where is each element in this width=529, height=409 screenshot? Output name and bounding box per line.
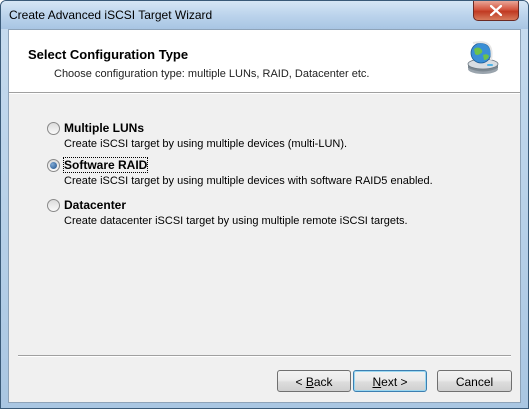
next-button[interactable]: Next > xyxy=(353,370,427,392)
option-label[interactable]: Software RAID xyxy=(62,157,149,173)
radio-multiple-luns[interactable] xyxy=(47,122,60,135)
close-icon xyxy=(490,5,502,16)
network-drive-icon xyxy=(467,41,499,74)
title-bar[interactable]: Create Advanced iSCSI Target Wizard xyxy=(1,1,528,29)
window-title: Create Advanced iSCSI Target Wizard xyxy=(9,8,213,22)
back-button-rest: ack xyxy=(313,375,333,389)
page-subtitle: Choose configuration type: multiple LUNs… xyxy=(54,68,370,80)
page-title: Select Configuration Type xyxy=(28,47,189,62)
radio-datacenter[interactable] xyxy=(47,199,60,212)
header-separator xyxy=(9,92,520,94)
next-button-mnemonic: N xyxy=(372,375,382,389)
cancel-button[interactable]: Cancel xyxy=(437,370,512,392)
wizard-header: Select Configuration Type Choose configu… xyxy=(9,30,520,92)
option-description: Create datacenter iSCSI target by using … xyxy=(64,215,408,227)
back-button-mnemonic: B xyxy=(305,375,314,389)
back-button-prefix: < xyxy=(295,375,306,389)
wizard-client-area: Select Configuration Type Choose configu… xyxy=(8,29,521,403)
back-button[interactable]: < Back xyxy=(277,370,351,392)
option-label[interactable]: Datacenter xyxy=(64,198,126,212)
option-description: Create iSCSI target by using multiple de… xyxy=(64,175,433,187)
wizard-window: Create Advanced iSCSI Target Wizard Sele… xyxy=(0,0,529,409)
footer-separator xyxy=(18,355,511,357)
option-description: Create iSCSI target by using multiple de… xyxy=(64,138,348,150)
close-button[interactable] xyxy=(473,1,519,21)
radio-software-raid[interactable] xyxy=(47,159,60,172)
option-label[interactable]: Multiple LUNs xyxy=(64,121,144,135)
next-button-rest: ext > xyxy=(381,375,408,389)
